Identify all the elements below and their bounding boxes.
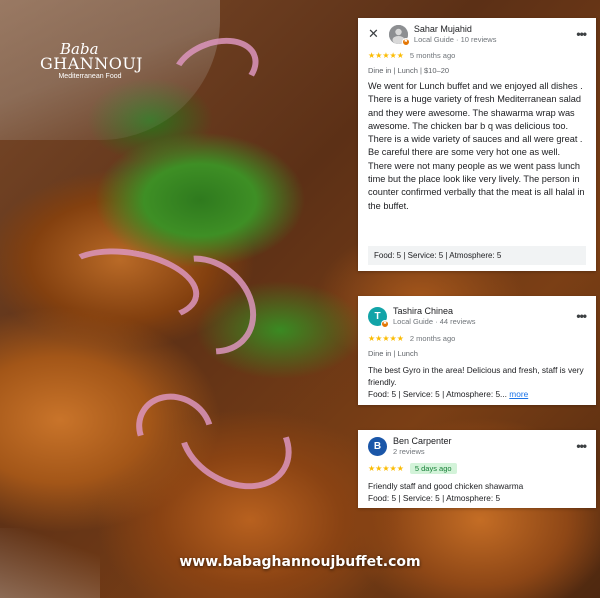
more-link[interactable]: more [509, 389, 528, 399]
reviewer-name[interactable]: Tashira Chinea [393, 306, 476, 316]
review-ratings: Food: 5 | Service: 5 | Atmosphere: 5... [368, 389, 507, 399]
logo-tagline: Mediterranean Food [58, 73, 122, 80]
review-ratings-row: Food: 5 | Service: 5 | Atmosphere: 5... … [368, 389, 586, 399]
review-text: The best Gyro in the area! Delicious and… [368, 365, 584, 387]
review-meta: Dine in | Lunch | $10–20 [368, 66, 450, 75]
review-time: 2 months ago [409, 334, 456, 343]
avatar-letter: T [374, 310, 381, 322]
review-card-1: ✕ ★ Sahar Mujahid Local Guide · 10 revie… [358, 18, 596, 271]
avatar[interactable]: T ★ [368, 306, 389, 328]
website-url[interactable]: www.babaghannoujbuffet.com [0, 554, 600, 570]
reviewer-subtitle: Local Guide · 10 reviews [413, 35, 497, 44]
reviewer-name[interactable]: Sahar Mujahid [414, 24, 497, 34]
review-ratings: Food: 5 | Service: 5 | Atmosphere: 5 [368, 246, 586, 265]
review-ratings: Food: 5 | Service: 5 | Atmosphere: 5 [368, 492, 501, 503]
reviewer-subtitle: 2 reviews [393, 447, 425, 456]
reviewer-subtitle: Local Guide · 44 reviews [393, 317, 476, 326]
more-vert-icon[interactable]: ••• [576, 439, 587, 453]
review-time: 5 months ago [409, 51, 456, 60]
review-time: 5 days ago [409, 463, 457, 474]
review-text: Friendly staff and good chicken shawarma [368, 481, 524, 491]
local-guide-badge-icon: ★ [381, 319, 389, 328]
avatar-letter: B [373, 440, 382, 452]
star-rating: ★★★★★ [368, 464, 404, 473]
avatar[interactable]: B [368, 436, 387, 456]
review-meta: Dine in | Lunch [368, 349, 418, 358]
brand-logo: Baba GHANNOUJ Mediterranean Food [40, 42, 143, 81]
review-text: We went for Lunch buffet and we enjoyed … [368, 81, 585, 211]
reviewer-name[interactable]: Ben Carpenter [393, 436, 452, 446]
close-icon[interactable]: ✕ [368, 26, 379, 42]
more-vert-icon[interactable]: ••• [576, 309, 587, 323]
more-vert-icon[interactable]: ••• [576, 27, 587, 41]
star-rating: ★★★★★ [368, 51, 404, 60]
avatar[interactable]: ★ [388, 24, 410, 46]
local-guide-badge-icon: ★ [401, 37, 410, 46]
review-card-2: T ★ Tashira Chinea Local Guide · 44 revi… [358, 296, 596, 405]
review-card-3: B Ben Carpenter 2 reviews ••• ★★★★★ 5 da… [358, 430, 596, 508]
logo-brand: GHANNOUJ [40, 54, 143, 73]
star-rating: ★★★★★ [368, 334, 404, 343]
